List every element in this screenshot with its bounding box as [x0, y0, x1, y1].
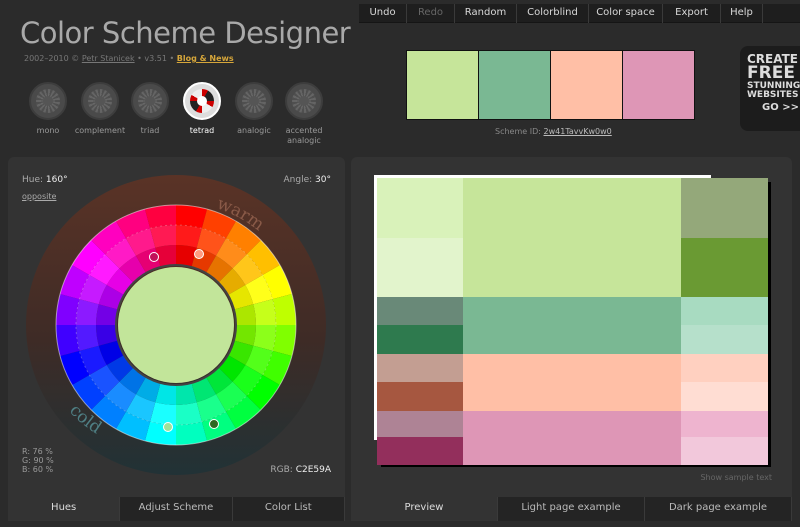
preview-panel: Show sample text: [351, 157, 792, 497]
hue-readout: Hue: 160°: [22, 175, 68, 185]
tab-adjust-scheme[interactable]: Adjust Scheme: [120, 497, 233, 521]
preview-cell[interactable]: [377, 382, 463, 411]
hue-segment[interactable]: [272, 325, 296, 357]
mode-label: mono: [36, 126, 60, 135]
scheme-id: Scheme ID: 2w41TavvKw0w0: [495, 127, 612, 136]
swatch-secondary-a[interactable]: [479, 51, 550, 119]
hue-marker-3[interactable]: [163, 422, 173, 432]
hues-panel: warm cold Hue: 160° opposite Angle: 30° …: [8, 157, 345, 497]
preview-cell[interactable]: [377, 297, 463, 325]
swatch-primary[interactable]: [407, 51, 478, 119]
selected-color-center: [118, 267, 234, 383]
mode-tetrad-icon: [183, 82, 221, 120]
ad-line-4: WEBSITES: [747, 90, 799, 100]
ad-banner[interactable]: CREATE FREE STUNNING WEBSITES GO >>: [740, 46, 800, 131]
preview-main-block[interactable]: [463, 178, 681, 297]
preview-cell[interactable]: [681, 325, 768, 354]
rgb-r: R: 76 %: [22, 447, 53, 456]
preview-grid: [377, 178, 768, 465]
preview-cell[interactable]: [681, 437, 768, 465]
color-wheel[interactable]: warm cold: [24, 173, 329, 478]
scheme-swatches: [406, 50, 695, 120]
rgb-b: B: 60 %: [22, 465, 54, 474]
credits-prefix: 2002–2010 ©: [24, 54, 80, 63]
preview-cell[interactable]: [377, 325, 463, 354]
tab-preview[interactable]: Preview: [351, 497, 498, 521]
angle-label: Angle:: [283, 175, 313, 185]
preview-main-block[interactable]: [463, 354, 681, 411]
mode-label: accented analogic: [285, 126, 323, 145]
hue-marker-2[interactable]: [194, 249, 204, 259]
menu-random[interactable]: Random: [455, 4, 517, 23]
mode-tetrad[interactable]: tetrad: [172, 82, 232, 136]
show-sample-text-link[interactable]: Show sample text: [700, 473, 772, 482]
preview-cell[interactable]: [681, 238, 768, 297]
version-text: • v3.51 •: [137, 54, 175, 63]
hue-label: Hue:: [22, 175, 44, 185]
scheme-id-label: Scheme ID:: [495, 127, 541, 136]
rgb-label: RGB:: [270, 465, 293, 475]
preview-cell[interactable]: [681, 178, 768, 238]
mode-mono-icon: [29, 82, 67, 120]
hue-segment[interactable]: [56, 325, 80, 357]
preview-main-block[interactable]: [463, 297, 681, 354]
swatch-secondary-b[interactable]: [551, 51, 622, 119]
left-panel-tabs: Hues Adjust Scheme Color List: [8, 497, 345, 521]
preview-cell[interactable]: [681, 382, 768, 411]
opposite-link[interactable]: opposite: [22, 192, 56, 201]
preview-cell[interactable]: [377, 178, 463, 238]
right-panel-tabs: Preview Light page example Dark page examp…: [351, 497, 792, 521]
menu-undo[interactable]: Undo: [359, 4, 407, 23]
menu-export[interactable]: Export: [663, 4, 721, 23]
tab-light-page-example[interactable]: Light page example: [498, 497, 645, 521]
tab-hues[interactable]: Hues: [8, 497, 121, 521]
mode-label: tetrad: [189, 126, 215, 135]
preview-cell[interactable]: [377, 437, 463, 465]
mode-accented-analogic[interactable]: accented analogic: [274, 82, 334, 146]
rgb-percentages: R: 76 % G: 90 % B: 60 %: [22, 447, 54, 474]
preview-cell[interactable]: [681, 297, 768, 325]
hue-value: 160°: [45, 175, 68, 185]
menu-colorblind[interactable]: Colorblind: [517, 4, 589, 23]
preview-cell[interactable]: [681, 354, 768, 382]
preview-main-block[interactable]: [463, 411, 681, 465]
author-link[interactable]: Petr Stanicek: [82, 54, 135, 63]
top-menu: Undo Redo Random Colorblind Color space Expor…: [359, 4, 800, 23]
hue-segment[interactable]: [56, 293, 80, 325]
hue-marker-1[interactable]: [149, 252, 159, 262]
credits: 2002–2010 © Petr Stanicek • v3.51 • Blog…: [24, 54, 234, 63]
swatch-complement[interactable]: [623, 51, 694, 119]
app-title: Color Scheme Designer: [20, 16, 351, 50]
hue-marker-4[interactable]: [209, 419, 219, 429]
mode-analogic-icon: [235, 82, 273, 120]
tab-color-list[interactable]: Color List: [232, 497, 345, 521]
scheme-id-link[interactable]: 2w41TavvKw0w0: [544, 127, 612, 136]
mode-mono[interactable]: mono: [18, 82, 78, 136]
preview-cell[interactable]: [377, 238, 463, 297]
hue-segment[interactable]: [272, 293, 296, 325]
angle-readout: Angle: 30°: [284, 175, 331, 185]
rgb-g: G: 90 %: [22, 456, 54, 465]
mode-triad-icon: [131, 82, 169, 120]
mode-complement-icon: [81, 82, 119, 120]
angle-value: 30°: [315, 175, 331, 185]
menu-help[interactable]: Help: [721, 4, 763, 23]
mode-label: triad: [140, 126, 160, 135]
menu-redo: Redo: [407, 4, 455, 23]
preview-cell[interactable]: [681, 411, 768, 437]
menu-color-space[interactable]: Color space: [589, 4, 663, 23]
mode-triad[interactable]: triad: [120, 82, 180, 136]
tab-dark-page-example[interactable]: Dark page example: [645, 497, 792, 521]
rgb-hex-value: C2E59A: [295, 465, 331, 475]
ad-line-2: FREE: [747, 63, 795, 83]
ad-go-link[interactable]: GO >>: [747, 103, 800, 113]
blog-link[interactable]: Blog & News: [177, 54, 234, 63]
preview-cell[interactable]: [377, 411, 463, 437]
mode-accented-analogic-icon: [285, 82, 323, 120]
preview-cell[interactable]: [377, 354, 463, 382]
hue-segment[interactable]: [176, 421, 208, 445]
rgb-hex-readout: RGB: C2E59A: [270, 465, 331, 475]
